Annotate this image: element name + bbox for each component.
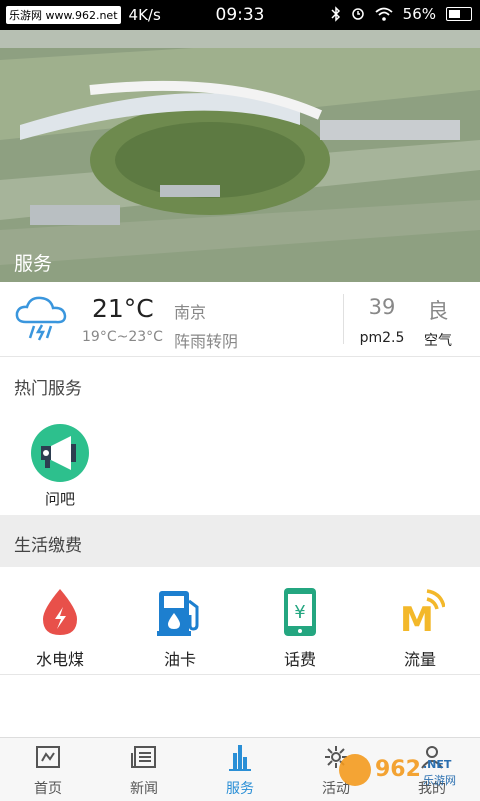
home-icon [36, 746, 60, 768]
pay-item-data[interactable]: M 流量 [360, 584, 480, 670]
tab-services[interactable]: 服务 [192, 744, 288, 798]
weather-condition: 阵雨转阴 [174, 332, 239, 351]
pay-label: 油卡 [163, 650, 196, 669]
megaphone-icon [31, 424, 89, 482]
svg-text:.NET: .NET [423, 758, 452, 771]
pm25-label: pm2.5 [359, 330, 405, 346]
service-label: 问吧 [44, 490, 75, 508]
pay-item-utilities[interactable]: 水电煤 [0, 584, 120, 670]
bluetooth-icon [331, 6, 340, 22]
pay-label: 话费 [283, 650, 316, 669]
svg-text:962: 962 [375, 757, 421, 782]
phone-yuan-icon: ¥ [284, 588, 316, 636]
water-drop-icon [43, 589, 77, 635]
air-quality-value: 良 [427, 299, 449, 323]
air-quality-label: 空气 [424, 333, 452, 349]
banner-image[interactable]: 服务 [0, 30, 480, 282]
status-bar: 乐游网 www.962.net 4K/s 09:33 56% [0, 0, 480, 30]
weather-card[interactable]: 21°C 19°C~23°C 南京 阵雨转阴 39 pm2.5 良 空气 [0, 282, 480, 357]
tab-label: 新闻 [130, 781, 158, 797]
tab-home[interactable]: 首页 [0, 744, 96, 798]
pay-label: 水电煤 [35, 650, 84, 669]
hot-services-title: 热门服务 [14, 379, 82, 399]
watermark-logo: 962 .NET 乐游网 [339, 754, 456, 787]
service-tower-icon [229, 745, 251, 771]
svg-text:乐游网: 乐游网 [423, 774, 456, 787]
life-payment-title: 生活缴费 [14, 536, 82, 556]
gas-pump-icon [157, 591, 199, 636]
weather-divider [343, 294, 344, 344]
tab-label: 服务 [226, 781, 254, 797]
pay-item-gas-card[interactable]: 油卡 [120, 584, 240, 670]
service-item-wenba[interactable]: 问吧 [28, 424, 92, 509]
temperature: 21°C [92, 294, 154, 323]
tab-label: 首页 [34, 781, 62, 797]
banner-label: 服务 [14, 253, 53, 275]
pay-label: 流量 [403, 650, 436, 669]
thunder-rain-cloud-icon [15, 296, 67, 341]
tab-news[interactable]: 新闻 [96, 744, 192, 798]
battery-percent: 56% [402, 5, 436, 23]
life-payment-header: 生活缴费 [0, 515, 480, 567]
wifi-icon [375, 7, 393, 21]
alarm-icon [351, 8, 364, 20]
svg-text:¥: ¥ [294, 602, 305, 623]
news-icon [131, 746, 156, 768]
airport-illustration [0, 30, 480, 282]
pm25-value: 39 [368, 295, 396, 319]
payment-grid: 水电煤 油卡 ¥ 话费 M 流量 [0, 584, 480, 675]
city-name: 南京 [174, 303, 207, 322]
data-signal-icon: M [400, 589, 445, 637]
temperature-range: 19°C~23°C [82, 329, 163, 345]
pay-item-phone-bill[interactable]: ¥ 话费 [240, 584, 360, 670]
battery-icon [446, 7, 472, 21]
svg-text:M: M [400, 600, 434, 637]
